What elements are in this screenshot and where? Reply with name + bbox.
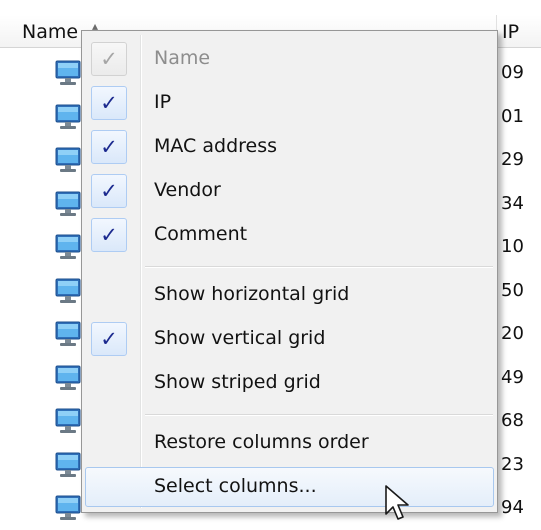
ip-cell: 23	[501, 454, 524, 475]
menu-item-label: Show horizontal grid	[154, 283, 350, 305]
computer-icon	[55, 365, 81, 390]
check-indicator: ✓	[91, 130, 127, 164]
menu-item-comment-column[interactable]: ✓ Comment	[85, 215, 494, 255]
menu-item-label: Select columns...	[154, 475, 317, 497]
menu-item-striped-grid[interactable]: Show striped grid	[85, 363, 494, 403]
menu-separator	[145, 414, 493, 416]
mouse-pointer-icon	[385, 485, 409, 520]
check-indicator: ✓	[91, 218, 127, 252]
menu-item-label: MAC address	[154, 135, 278, 157]
column-header-name[interactable]: Name	[22, 21, 78, 43]
menu-item-label: Comment	[154, 223, 248, 245]
computer-icon	[55, 408, 81, 433]
ip-cell: 29	[501, 149, 524, 170]
ip-cell: 94	[501, 497, 524, 518]
check-indicator: ✓	[91, 42, 127, 76]
computer-icon	[55, 60, 81, 85]
menu-item-label: Restore columns order	[154, 431, 369, 453]
computer-icon	[55, 452, 81, 477]
menu-item-label: Name	[154, 47, 211, 69]
menu-item-restore-columns-order[interactable]: Restore columns order	[85, 423, 494, 463]
menu-item-horizontal-grid[interactable]: Show horizontal grid	[85, 275, 494, 315]
ip-cell: 34	[501, 193, 524, 214]
checkmark-icon: ✓	[100, 91, 118, 115]
check-indicator: ✓	[91, 86, 127, 120]
menu-item-vertical-grid[interactable]: ✓ Show vertical grid	[85, 319, 494, 359]
menu-item-label: Vendor	[154, 179, 221, 201]
menu-item-name-column: ✓ Name	[85, 39, 494, 79]
computer-icon	[55, 147, 81, 172]
menu-item-label: IP	[154, 91, 172, 113]
ip-cell: 68	[501, 410, 524, 431]
menu-item-mac-column[interactable]: ✓ MAC address	[85, 127, 494, 167]
computer-icon	[55, 191, 81, 216]
computer-icon	[55, 321, 81, 346]
computer-icon	[55, 234, 81, 259]
menu-item-label: Show striped grid	[154, 371, 321, 393]
checkmark-icon: ✓	[100, 135, 118, 159]
menu-item-label: Show vertical grid	[154, 327, 326, 349]
computer-icon	[55, 278, 81, 303]
check-indicator: ✓	[91, 322, 127, 356]
checkmark-icon: ✓	[100, 47, 118, 71]
ip-cell: 09	[501, 62, 524, 83]
ip-cell: 01	[501, 106, 524, 127]
column-header-ip[interactable]: IP	[502, 21, 519, 43]
column-context-menu: ✓ Name ✓ IP ✓ MAC address ✓ Vendor ✓ Com…	[81, 30, 498, 513]
checkmark-icon: ✓	[100, 327, 118, 351]
menu-item-select-columns[interactable]: Select columns...	[85, 467, 494, 507]
menu-item-ip-column[interactable]: ✓ IP	[85, 83, 494, 123]
ip-cell: 20	[501, 323, 524, 344]
ip-cell: 50	[501, 280, 524, 301]
checkmark-icon: ✓	[100, 179, 118, 203]
checkmark-icon: ✓	[100, 223, 118, 247]
menu-separator	[145, 266, 493, 268]
menu-item-vendor-column[interactable]: ✓ Vendor	[85, 171, 494, 211]
ip-cell: 49	[501, 367, 524, 388]
computer-icon	[55, 495, 81, 520]
check-indicator: ✓	[91, 174, 127, 208]
ip-cell: 10	[501, 236, 524, 257]
computer-icon	[55, 104, 81, 129]
